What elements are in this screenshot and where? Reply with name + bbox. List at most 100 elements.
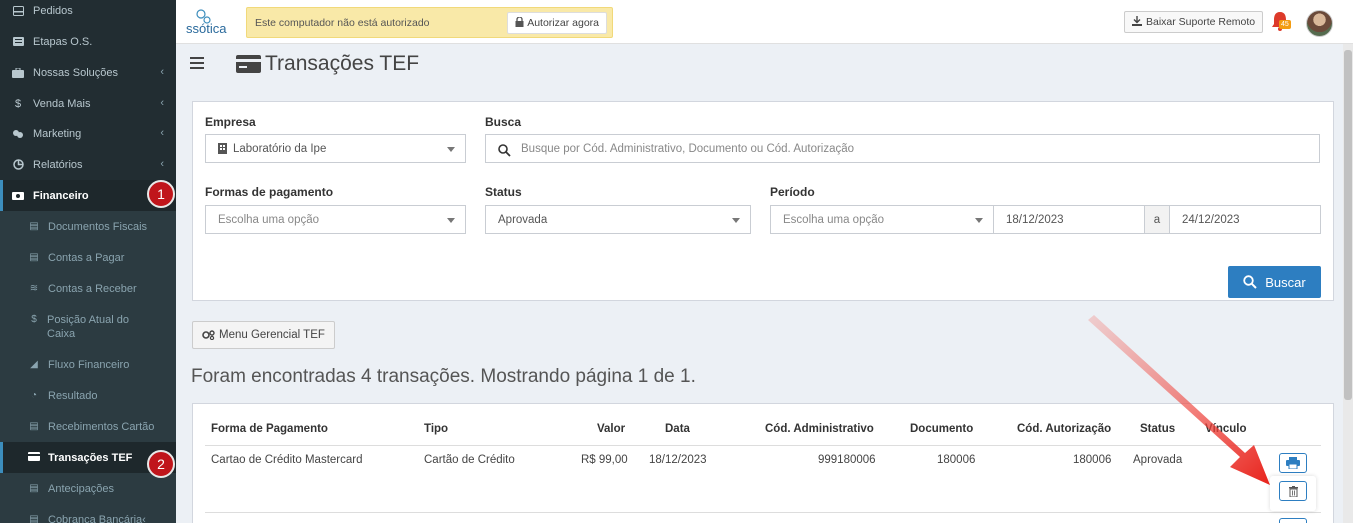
sidebar-item-nossas-solucoes[interactable]: Nossas Soluções ‹ <box>0 57 176 88</box>
search-placeholder: Busque por Cód. Administrativo, Document… <box>521 142 855 155</box>
filter-panel <box>192 101 1334 301</box>
sidebar-subitem-recebimentos-cartao[interactable]: ▤ Recebimentos Cartão <box>0 411 176 442</box>
top-bar: ssótica Este computador não está autoriz… <box>176 0 1353 44</box>
chevron-left-icon: ‹ <box>160 97 164 109</box>
empresa-select[interactable]: Laboratório da Ipe <box>205 134 466 163</box>
formas-label: Formas de pagamento <box>205 185 334 199</box>
pie-chart-icon: ◔ <box>30 390 38 401</box>
sidebar-item-venda-mais[interactable]: $ Venda Mais ‹ <box>0 88 176 119</box>
search-button-label: Buscar <box>1265 274 1306 290</box>
sidebar-item-etapas[interactable]: Etapas O.S. <box>0 26 176 57</box>
sidebar-subitem-antecipacoes[interactable]: ▤ Antecipações <box>0 473 176 504</box>
alert-text: Este computador não está autorizado <box>255 16 430 29</box>
print-button[interactable] <box>1279 453 1307 473</box>
sidebar-subitem-documentos-fiscais[interactable]: ▤ Documentos Fiscais <box>0 211 176 242</box>
chart-icon <box>11 159 25 171</box>
bank-icon: ▤ <box>29 514 39 523</box>
briefcase-icon <box>11 67 25 79</box>
remote-support-button[interactable]: Baixar Suporte Remoto <box>1124 11 1264 33</box>
caret-down-icon <box>975 218 983 223</box>
sidebar-item-label: Nossas Soluções <box>33 66 118 79</box>
sidebar-item-label: Relatórios <box>33 158 83 171</box>
sidebar-item-label: Posição Atual do Caixa <box>47 314 129 340</box>
sidebar-subitem-cobranca-bancaria[interactable]: ▤ Cobrança Bancária ‹ <box>0 504 176 523</box>
sidebar-item-label: Etapas O.S. <box>33 35 93 48</box>
column-header: Tipo <box>424 423 449 435</box>
search-icon <box>498 144 511 157</box>
user-avatar[interactable] <box>1306 10 1333 37</box>
sidebar-item-label: Venda Mais <box>33 97 91 110</box>
sidebar-subitem-fluxo-financeiro[interactable]: ◢ Fluxo Financeiro <box>0 349 176 380</box>
credit-card-icon <box>28 451 40 464</box>
sidebar-subitem-contas-pagar[interactable]: ▤ Contas a Pagar <box>0 242 176 273</box>
caret-down-icon <box>447 147 455 152</box>
date-to-input[interactable]: 24/12/2023 <box>1169 205 1321 234</box>
bill-icon: ▤ <box>29 252 39 263</box>
chevron-left-icon: ‹ <box>160 127 164 139</box>
page-title: Transações TEF <box>265 52 420 75</box>
sidebar-item-label: Contas a Receber <box>48 282 137 295</box>
ssotica-logo[interactable]: ssótica <box>186 6 238 38</box>
date-from-input[interactable]: 18/12/2023 <box>993 205 1145 234</box>
inbox-icon <box>11 5 25 17</box>
formas-pagamento-select[interactable]: Escolha uma opção <box>205 205 466 234</box>
column-header: Valor <box>597 423 626 435</box>
table-cell: Cartão de Crédito <box>424 454 515 466</box>
search-input[interactable]: Busque por Cód. Administrativo, Document… <box>485 134 1320 163</box>
result-summary: Foram encontradas 4 transações. Mostrand… <box>191 366 696 387</box>
delete-button[interactable] <box>1279 481 1307 501</box>
status-value: Aprovada <box>498 213 548 226</box>
status-label: Status <box>485 185 522 199</box>
download-icon <box>1132 15 1142 29</box>
table-cell: 999180006 <box>818 454 876 466</box>
sidebar-item-label: Resultado <box>48 389 98 402</box>
credit-card-icon: ▤ <box>29 483 39 494</box>
print-button[interactable] <box>1279 518 1307 523</box>
date-to-value: 24/12/2023 <box>1182 213 1240 226</box>
search-button[interactable]: Buscar <box>1228 266 1321 298</box>
sidebar-item-label: Contas a Pagar <box>48 251 125 264</box>
annotation-arrow <box>1088 315 1270 485</box>
sidebar-item-label: Documentos Fiscais <box>48 220 148 233</box>
hamburger-menu-icon[interactable] <box>190 56 206 72</box>
sidebar-subitem-resultado[interactable]: ◔ Resultado <box>0 380 176 411</box>
sidebar-item-label: Transações TEF <box>48 451 133 464</box>
authorize-button[interactable]: Autorizar agora <box>507 12 607 34</box>
table-cell: Cartao de Crédito Mastercard <box>211 454 363 466</box>
table-cell: 180006 <box>937 454 976 466</box>
trash-icon <box>1288 485 1298 497</box>
credit-card-icon <box>236 55 261 73</box>
list-icon <box>11 36 25 48</box>
chevron-left-icon: ‹ <box>160 66 164 78</box>
authorization-alert: Este computador não está autorizado Auto… <box>246 7 613 38</box>
building-icon <box>218 143 227 154</box>
scrollbar-thumb[interactable] <box>1344 50 1352 400</box>
periodo-placeholder: Escolha uma opção <box>783 213 885 226</box>
periodo-select[interactable]: Escolha uma opção <box>770 205 994 234</box>
chevron-left-icon: ‹ <box>160 158 164 170</box>
date-separator: a <box>1144 205 1170 234</box>
menu-gerencial-tef-button[interactable]: Menu Gerencial TEF <box>192 321 335 349</box>
sidebar-subitem-contas-receber[interactable]: ≋ Contas a Receber <box>0 273 176 304</box>
sidebar-item-relatorios[interactable]: Relatórios ‹ <box>0 149 176 180</box>
sidebar-item-label: Financeiro <box>33 189 89 202</box>
status-select[interactable]: Aprovada <box>485 205 751 234</box>
sidebar-subitem-posicao-caixa[interactable]: $ Posição Atual do Caixa <box>0 304 176 349</box>
dollar-icon: $ <box>31 314 37 325</box>
sidebar-item-label: Pedidos <box>33 4 73 17</box>
gears-icon <box>202 330 215 340</box>
chevron-left-icon: ‹ <box>142 513 146 523</box>
support-label: Baixar Suporte Remoto <box>1146 16 1256 28</box>
area-chart-icon: ◢ <box>30 359 38 370</box>
logo-text: ssótica <box>186 21 227 36</box>
line-chart-icon: ≋ <box>29 283 39 294</box>
table-cell: 18/12/2023 <box>649 454 707 466</box>
table-row-divider <box>205 512 1321 513</box>
sidebar-item-label: Antecipações <box>48 482 115 495</box>
busca-label: Busca <box>485 115 522 129</box>
sidebar-item-label: Marketing <box>33 127 82 140</box>
sidebar-item-pedidos[interactable]: Pedidos <box>0 0 176 26</box>
dollar-icon: $ <box>14 97 22 110</box>
table-cell: R$ 99,00 <box>581 454 628 466</box>
sidebar-item-marketing[interactable]: Marketing ‹ <box>0 118 176 149</box>
